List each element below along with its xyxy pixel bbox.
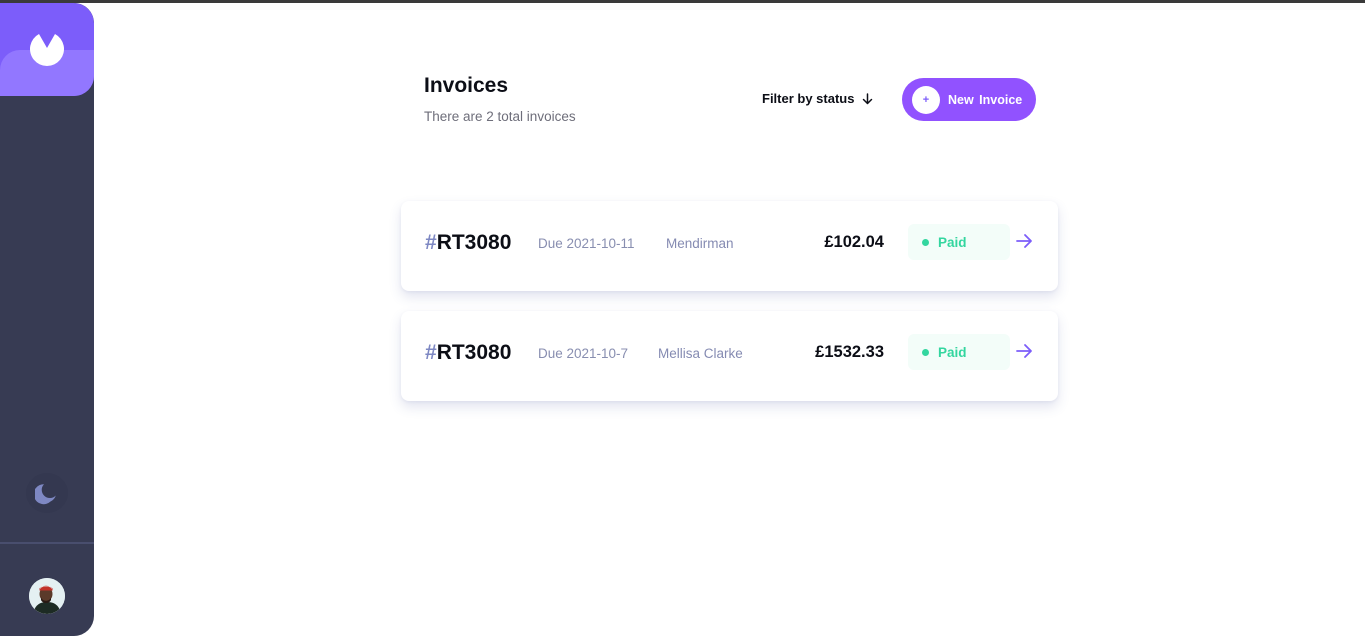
invoice-due-date: Due 2021-10-7 xyxy=(538,346,629,361)
main-content: Invoices There are 2 total invoices Filt… xyxy=(401,0,1059,637)
brand-logo[interactable] xyxy=(0,3,94,96)
arrow-right-icon[interactable] xyxy=(1015,342,1033,360)
page-title: Invoices xyxy=(424,74,509,97)
status-label: Paid xyxy=(938,234,967,250)
invoice-id-number: RT3080 xyxy=(436,341,512,364)
filter-label: Filter by status xyxy=(762,91,855,106)
invoice-id-number: RT3080 xyxy=(436,231,512,254)
plus-icon: + xyxy=(912,85,940,114)
invoice-client-name: Mendirman xyxy=(666,236,734,251)
invoice-count-subtitle: There are 2 total invoices xyxy=(424,109,576,124)
status-dot-icon xyxy=(922,348,929,356)
status-badge: Paid xyxy=(908,224,1010,260)
sidebar xyxy=(0,3,94,636)
invoice-id-hash: # xyxy=(425,231,437,254)
avatar-image xyxy=(29,578,65,614)
moon-icon xyxy=(35,484,56,505)
new-invoice-label: New Invoice xyxy=(948,92,1023,107)
theme-toggle-button[interactable] xyxy=(26,473,68,513)
status-label: Paid xyxy=(938,344,967,360)
filter-by-status-dropdown[interactable]: Filter by status xyxy=(762,91,873,106)
invoice-client-name: Mellisa Clarke xyxy=(658,346,743,361)
status-dot-icon xyxy=(922,238,929,246)
invoice-card[interactable]: #RT3080 Due 2021-10-11 Mendirman £102.04… xyxy=(401,201,1058,291)
invoice-amount: £1532.33 xyxy=(815,343,884,361)
arrow-right-icon[interactable] xyxy=(1015,232,1033,250)
invoice-due-date: Due 2021-10-11 xyxy=(538,236,635,251)
invoice-amount: £102.04 xyxy=(824,233,884,251)
invoice-id: #RT3080 xyxy=(425,231,511,255)
invoice-id: #RT3080 xyxy=(425,341,511,365)
invoice-id-hash: # xyxy=(425,341,437,364)
brand-logo-icon xyxy=(30,34,64,66)
sidebar-divider xyxy=(0,542,94,544)
new-invoice-button[interactable]: + New Invoice xyxy=(902,78,1036,121)
user-avatar[interactable] xyxy=(29,578,65,614)
invoice-card[interactable]: #RT3080 Due 2021-10-7 Mellisa Clarke £15… xyxy=(401,311,1058,401)
arrow-down-icon xyxy=(863,92,873,104)
status-badge: Paid xyxy=(908,334,1010,370)
